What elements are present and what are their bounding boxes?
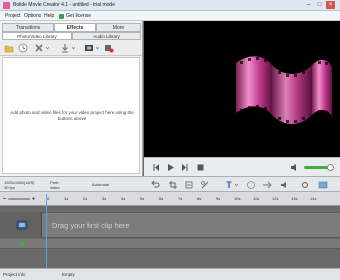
ruler-tick: 7s bbox=[178, 196, 183, 201]
film-strip-icon[interactable] bbox=[84, 43, 94, 53]
transition-icon[interactable] bbox=[262, 180, 272, 190]
timeline-toolbar: 1920x1080(16/9) 30 fps Portr video Autom… bbox=[0, 176, 340, 192]
ruler-tick: 1s bbox=[64, 196, 69, 201]
ruler-tick: 5s bbox=[140, 196, 145, 201]
portrait-mode-line2[interactable]: video bbox=[50, 185, 60, 190]
title-bar: Bolide Movie Creator 4.1 - untitled - tr… bbox=[0, 0, 340, 11]
ruler-tick: 2s bbox=[83, 196, 88, 201]
step-forward-icon[interactable] bbox=[180, 163, 189, 172]
add-track-icon[interactable] bbox=[18, 240, 26, 248]
film-reel-logo bbox=[236, 56, 332, 124]
tab-audio-library[interactable]: Audio Library bbox=[72, 32, 141, 40]
volume-slider-thumb[interactable] bbox=[327, 164, 334, 171]
window-title: Bolide Movie Creator 4.1 - untitled - tr… bbox=[13, 2, 115, 8]
ruler-tick: 8s bbox=[197, 196, 202, 201]
ruler-tick: 9s bbox=[216, 196, 221, 201]
zoom-plus-icon[interactable] bbox=[31, 194, 36, 203]
ruler-tick: 11s bbox=[253, 196, 260, 201]
audio-track[interactable] bbox=[0, 239, 340, 249]
menu-bar: Project Options Help Get license bbox=[0, 11, 340, 21]
step-back-icon[interactable] bbox=[152, 163, 161, 172]
timeline-ruler[interactable]: 0 1s 2s 3s 4s 5s 6s 7s 8s 9s 10s 11s 12s… bbox=[0, 192, 340, 206]
project-fps[interactable]: 30 fps bbox=[4, 185, 15, 190]
open-folder-icon[interactable] bbox=[4, 43, 14, 53]
record-webcam-icon[interactable] bbox=[104, 43, 114, 53]
automate-button[interactable]: Automate bbox=[92, 182, 109, 187]
settings-icon[interactable] bbox=[300, 180, 310, 190]
chevron-down-icon[interactable] bbox=[71, 43, 76, 53]
export-icon[interactable] bbox=[318, 180, 328, 190]
video-track-icon bbox=[16, 220, 28, 230]
video-track[interactable] bbox=[0, 212, 340, 238]
split-icon[interactable] bbox=[200, 180, 210, 190]
chevron-down-icon[interactable] bbox=[234, 180, 239, 190]
library-drop-zone[interactable]: Add photo and video files for your video… bbox=[2, 57, 140, 174]
timeline-drop-hint: Drag your first clip here bbox=[52, 221, 130, 230]
video-preview[interactable] bbox=[144, 21, 340, 157]
text-icon[interactable]: T bbox=[224, 180, 234, 190]
ruler-tick: 3s bbox=[102, 196, 107, 201]
chevron-down-icon[interactable] bbox=[45, 43, 50, 53]
zoom-minus-icon[interactable] bbox=[2, 194, 7, 203]
volume-icon[interactable] bbox=[290, 163, 299, 172]
delete-icon[interactable] bbox=[34, 43, 44, 53]
library-toolbar bbox=[0, 40, 142, 56]
menu-options[interactable]: Options bbox=[22, 12, 43, 20]
ruler-tick: 13s bbox=[291, 196, 298, 201]
tab-effects[interactable]: Effects bbox=[54, 23, 96, 32]
project-info-label[interactable]: Project info bbox=[3, 272, 26, 277]
menu-get-license[interactable]: Get license bbox=[57, 12, 93, 20]
rotate-icon[interactable] bbox=[184, 180, 194, 190]
play-icon[interactable] bbox=[166, 163, 175, 172]
minimize-button[interactable]: – bbox=[304, 1, 313, 9]
crop-icon[interactable] bbox=[168, 180, 178, 190]
license-icon bbox=[59, 13, 64, 19]
tab-more[interactable]: More bbox=[96, 23, 141, 32]
menu-project[interactable]: Project bbox=[3, 12, 23, 20]
ruler-tick: 0 bbox=[47, 196, 50, 201]
sticker-icon[interactable] bbox=[246, 180, 256, 190]
status-bar: Project info Empty bbox=[0, 268, 340, 280]
library-hint: Add photo and video files for your video… bbox=[10, 110, 134, 121]
project-state: Empty bbox=[62, 272, 75, 277]
recent-clock-icon[interactable] bbox=[18, 43, 28, 53]
menu-help[interactable]: Help bbox=[42, 12, 56, 20]
tab-photo-video-library[interactable]: Photo/Video Library bbox=[2, 32, 72, 40]
ruler-tick: 12s bbox=[272, 196, 279, 201]
import-arrow-icon[interactable] bbox=[60, 43, 70, 53]
media-library-panel: Transitions Effects More Photo/Video Lib… bbox=[0, 21, 143, 176]
zoom-slider[interactable] bbox=[8, 198, 30, 200]
player-controls bbox=[144, 157, 340, 176]
undo-icon[interactable] bbox=[150, 180, 160, 190]
audio-icon[interactable] bbox=[280, 180, 290, 190]
stop-icon[interactable] bbox=[196, 163, 205, 172]
playhead[interactable] bbox=[46, 194, 47, 268]
menu-get-license-label: Get license bbox=[66, 13, 92, 19]
maximize-button[interactable]: □ bbox=[315, 1, 324, 9]
timeline-area[interactable]: Drag your first clip here bbox=[0, 206, 340, 268]
close-button[interactable]: × bbox=[326, 1, 335, 9]
app-icon bbox=[3, 2, 10, 9]
tab-transitions[interactable]: Transitions bbox=[2, 23, 54, 32]
video-track-header bbox=[0, 212, 42, 238]
ruler-tick: 4s bbox=[121, 196, 126, 201]
ruler-tick: 14s bbox=[310, 196, 317, 201]
ruler-tick: 6s bbox=[159, 196, 164, 201]
ruler-tick: 10s bbox=[234, 196, 241, 201]
chevron-down-icon[interactable] bbox=[95, 43, 100, 53]
